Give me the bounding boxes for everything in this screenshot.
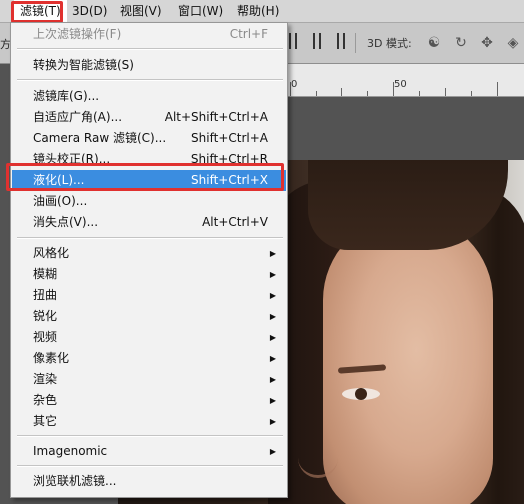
menu-item-3-4[interactable]: 视频 ▶ xyxy=(12,327,286,348)
menu-item-2-5[interactable]: 油画(O)... xyxy=(12,191,286,212)
menu-item-3-3[interactable]: 锐化 ▶ xyxy=(12,306,286,327)
menu-window[interactable]: 窗口(W) xyxy=(178,0,223,22)
liquify-highlight-box xyxy=(6,163,284,191)
submenu-arrow-icon: ▶ xyxy=(269,291,276,300)
menu-item-label: 其它 xyxy=(33,414,58,428)
filter-dropdown-menu: 上次滤镜操作(F) Ctrl+F 转换为智能滤镜(S) 滤镜库(G)... 自适应广角(… xyxy=(10,22,288,498)
menu-item-shortcut: Alt+Ctrl+V xyxy=(202,215,268,229)
menu-item-label: 风格化 xyxy=(33,246,70,260)
submenu-arrow-icon: ▶ xyxy=(269,270,276,279)
menu-view[interactable]: 视图(V) xyxy=(120,0,162,22)
submenu-arrow-icon: ▶ xyxy=(269,447,276,456)
menu-separator xyxy=(17,237,283,239)
menu-item-0-0: 上次滤镜操作(F) Ctrl+F xyxy=(12,24,286,45)
menu-item-5-0[interactable]: 浏览联机滤镜... xyxy=(12,471,286,492)
menu-item-shortcut: Alt+Shift+Ctrl+A xyxy=(164,110,268,124)
menu-item-3-2[interactable]: 扭曲 ▶ xyxy=(12,285,286,306)
menu-item-label: Imagenomic xyxy=(33,444,108,458)
menu-item-shortcut: Shift+Ctrl+A xyxy=(191,131,268,145)
menu-separator xyxy=(17,435,283,437)
submenu-arrow-icon: ▶ xyxy=(269,396,276,405)
submenu-arrow-icon: ▶ xyxy=(269,417,276,426)
horizontal-ruler: 0 50 xyxy=(286,64,524,97)
menu-item-label: 上次滤镜操作(F) xyxy=(33,27,122,41)
menu-item-4-0[interactable]: Imagenomic ▶ xyxy=(12,441,286,462)
menu-item-label: 转换为智能滤镜(S) xyxy=(33,58,134,72)
menu-item-label: 自适应广角(A)... xyxy=(33,110,123,124)
menu-item-shortcut: Ctrl+F xyxy=(229,27,268,41)
filter-menu-highlight-box xyxy=(11,1,63,23)
menu-item-2-6[interactable]: 消失点(V)... Alt+Ctrl+V xyxy=(12,212,286,233)
menu-item-label: 视频 xyxy=(33,330,58,344)
ruler-label-50: 50 xyxy=(394,79,407,90)
menu-item-3-5[interactable]: 像素化 ▶ xyxy=(12,348,286,369)
submenu-arrow-icon: ▶ xyxy=(269,312,276,321)
submenu-arrow-icon: ▶ xyxy=(269,249,276,258)
menu-item-label: 锐化 xyxy=(33,309,58,323)
options-separator xyxy=(355,33,356,53)
menu-item-label: 像素化 xyxy=(33,351,70,365)
menu-item-3-6[interactable]: 渲染 ▶ xyxy=(12,369,286,390)
menu-item-2-0[interactable]: 滤镜库(G)... xyxy=(12,86,286,107)
menu-item-label: 消失点(V)... xyxy=(33,215,99,229)
menu-separator xyxy=(17,48,283,50)
menu-item-2-2[interactable]: Camera Raw 滤镜(C)... Shift+Ctrl+A xyxy=(12,128,286,149)
menu-item-label: 杂色 xyxy=(33,393,58,407)
menu-item-1-0[interactable]: 转换为智能滤镜(S) xyxy=(12,55,286,76)
menu-item-3-7[interactable]: 杂色 ▶ xyxy=(12,390,286,411)
menu-separator xyxy=(17,79,283,81)
submenu-arrow-icon: ▶ xyxy=(269,354,276,363)
pan-3d-icon[interactable]: ✥ xyxy=(477,33,497,53)
menu-item-2-1[interactable]: 自适应广角(A)... Alt+Shift+Ctrl+A xyxy=(12,107,286,128)
mode-3d-label: 3D 模式: xyxy=(367,37,412,50)
menu-item-label: 渲染 xyxy=(33,372,58,386)
menu-item-label: 油画(O)... xyxy=(33,194,88,208)
menu-separator xyxy=(17,465,283,467)
menu-item-label: 滤镜库(G)... xyxy=(33,89,100,103)
submenu-arrow-icon: ▶ xyxy=(269,375,276,384)
roll-3d-icon[interactable]: ↻ xyxy=(451,33,471,53)
menu-item-3-1[interactable]: 模糊 ▶ xyxy=(12,264,286,285)
rotate-3d-icon[interactable]: ☯ xyxy=(424,33,444,53)
menu-item-label: 浏览联机滤镜... xyxy=(33,474,117,488)
menu-item-3-8[interactable]: 其它 ▶ xyxy=(12,411,286,432)
menu-item-label: 模糊 xyxy=(33,267,58,281)
menu-3d[interactable]: 3D(D) xyxy=(72,0,107,22)
slide-3d-icon[interactable]: ◈ xyxy=(503,33,523,53)
menu-item-label: 扭曲 xyxy=(33,288,58,302)
align-icons xyxy=(289,33,345,49)
menu-item-label: Camera Raw 滤镜(C)... xyxy=(33,131,167,145)
ruler-label-0: 0 xyxy=(291,79,298,90)
menu-item-3-0[interactable]: 风格化 ▶ xyxy=(12,243,286,264)
menu-help[interactable]: 帮助(H) xyxy=(237,0,279,22)
submenu-arrow-icon: ▶ xyxy=(269,333,276,342)
menu-bar: 滤镜(T) 3D(D) 视图(V) 窗口(W) 帮助(H) xyxy=(0,0,524,23)
